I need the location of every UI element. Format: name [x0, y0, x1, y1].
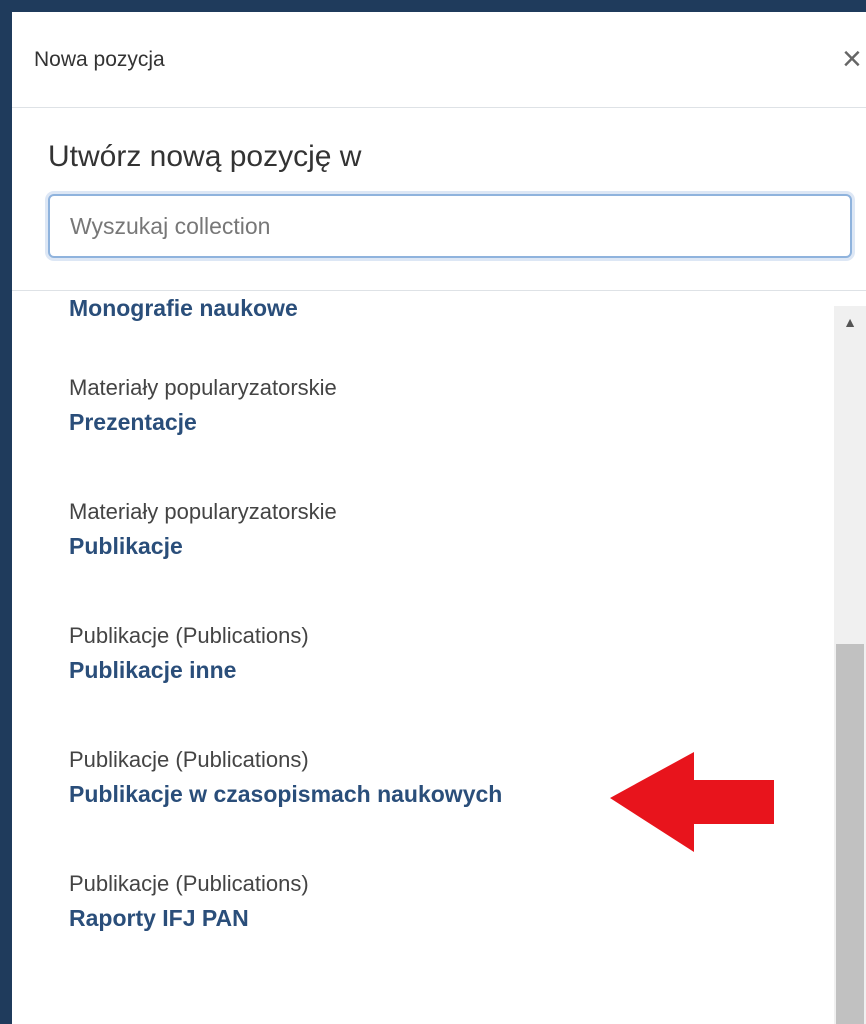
list-scrollbar[interactable]: ▲	[834, 306, 866, 1024]
modal-header: Nowa pozycja ×	[12, 12, 866, 108]
collection-name: Monografie naukowe	[69, 295, 298, 321]
collection-item-prezentacje[interactable]: Materiały popularyzatorskie Prezentacje	[12, 371, 834, 495]
collection-name: Raporty IFJ PAN	[69, 905, 249, 931]
collection-item-raporty[interactable]: Publikacje (Publications) Raporty IFJ PA…	[12, 867, 834, 991]
collection-list-inner: Monografie naukowe Materiały popularyzat…	[12, 291, 834, 991]
close-icon[interactable]: ×	[842, 42, 862, 76]
new-item-modal: Nowa pozycja × Utwórz nową pozycję w Mon…	[12, 12, 866, 1024]
collection-name: Publikacje	[69, 533, 183, 559]
scroll-thumb[interactable]	[836, 644, 864, 1024]
collection-item-monografie[interactable]: Monografie naukowe	[12, 291, 834, 371]
collection-name: Prezentacje	[69, 409, 197, 435]
arrow-shape	[610, 752, 774, 852]
modal-title: Nowa pozycja	[34, 48, 165, 71]
modal-subtitle: Utwórz nową pozycję w	[48, 140, 362, 173]
collection-item-publikacje-inne[interactable]: Publikacje (Publications) Publikacje inn…	[12, 619, 834, 743]
collection-parent: Materiały popularyzatorskie	[69, 499, 337, 524]
scroll-up-arrow-icon[interactable]: ▲	[834, 306, 866, 338]
collection-list: Monografie naukowe Materiały popularyzat…	[12, 291, 834, 1024]
collection-parent: Materiały popularyzatorskie	[69, 375, 337, 400]
collection-item-publikacje[interactable]: Materiały popularyzatorskie Publikacje	[12, 495, 834, 619]
collection-parent: Publikacje (Publications)	[69, 623, 309, 648]
collection-search-input[interactable]	[48, 194, 852, 258]
collection-name: Publikacje inne	[69, 657, 237, 683]
collection-parent: Publikacje (Publications)	[69, 871, 309, 896]
left-arrow-annotation-icon	[610, 752, 774, 852]
